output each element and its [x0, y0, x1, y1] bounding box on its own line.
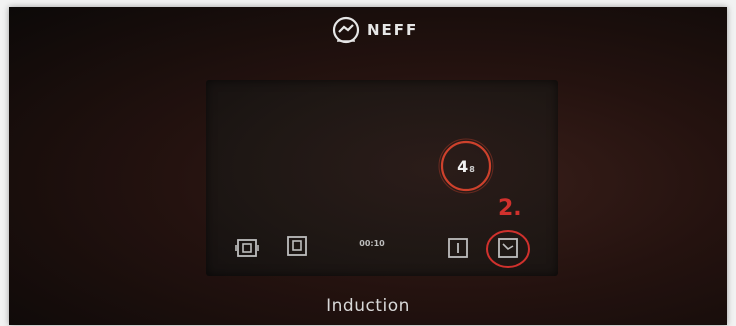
hob-zone-left-button[interactable] [234, 236, 260, 260]
timer-icon [448, 238, 468, 258]
highlight-circle-annotation [486, 230, 530, 268]
hob-zone-right-icon [287, 236, 307, 256]
brand-name: NEFF [367, 21, 419, 39]
brand-logo: NEFF [331, 15, 443, 45]
step-annotation: 2. [498, 196, 522, 221]
power-level-subscript: 8 [469, 164, 475, 174]
timer-readout: 00:10 [359, 239, 385, 248]
neff-logo-icon [332, 16, 360, 44]
hob-zone-left-icon [235, 239, 259, 257]
power-level-display[interactable]: 4 8 [438, 138, 494, 194]
hob-zone-right-button[interactable] [284, 234, 310, 258]
power-level-value: 4 [457, 156, 469, 176]
page-caption: Induction [326, 296, 410, 316]
timer-button[interactable] [445, 236, 471, 260]
